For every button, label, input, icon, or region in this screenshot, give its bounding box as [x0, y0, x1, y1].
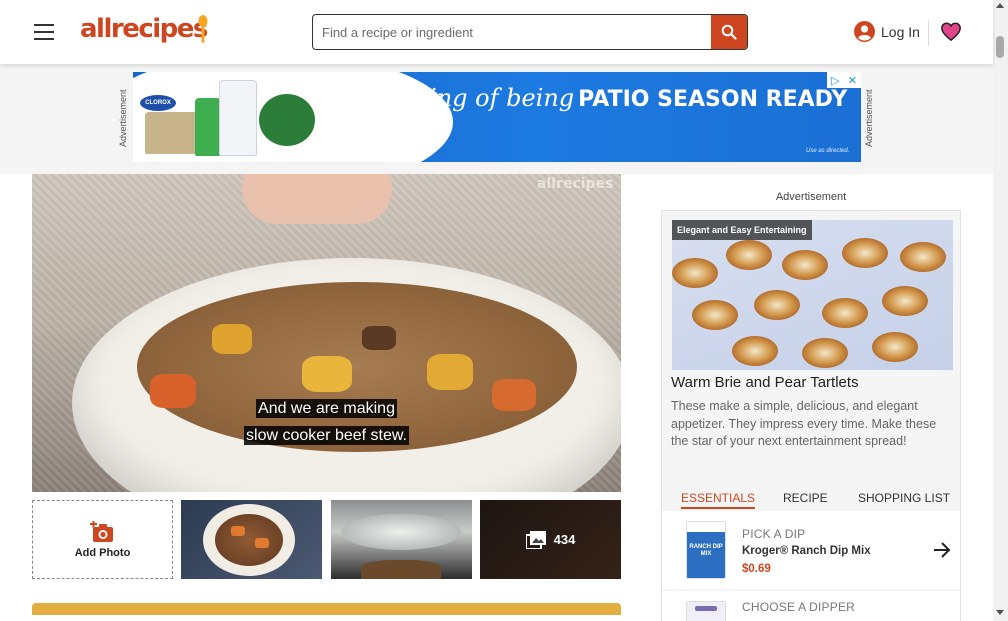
- header-divider: [928, 20, 929, 46]
- product-kicker: CHOOSE A DIPPER: [742, 600, 856, 614]
- tartlet: [692, 300, 738, 330]
- clorox-ad-banner[interactable]: CLOROX That feeling of being PATIO SEASON…: [133, 72, 861, 162]
- gallery-thumbnail[interactable]: [181, 500, 322, 579]
- ad-learn-more-button[interactable]: Learn More: [322, 125, 412, 149]
- sponsored-recipe-card: Elegant and Easy Entertaining Warm Brie …: [661, 210, 961, 621]
- tartlet: [882, 286, 928, 316]
- login-button[interactable]: Log In: [854, 21, 920, 42]
- hamburger-icon[interactable]: [34, 24, 54, 40]
- video-watermark: allrecipes: [537, 176, 614, 192]
- dipper-image: [686, 601, 726, 621]
- ad-choices[interactable]: ▷ ✕: [827, 72, 861, 88]
- tartlet: [842, 238, 888, 268]
- tab-shopping-list[interactable]: SHOPPING LIST: [858, 491, 950, 505]
- tartlet: [672, 258, 718, 288]
- product-item[interactable]: CHOOSE A DIPPER: [662, 591, 960, 621]
- photo-count-overlay: 434: [480, 500, 621, 579]
- scroll-down-icon[interactable]: [996, 610, 1004, 615]
- video-hand: [242, 174, 392, 224]
- ad-plant-image: [259, 94, 315, 146]
- ad-close-icon[interactable]: ✕: [848, 74, 857, 87]
- caption-text-1: And we are making: [256, 399, 397, 418]
- photo-count: 434: [553, 532, 576, 547]
- camera-add-icon: [89, 520, 113, 542]
- scroll-up-icon[interactable]: [996, 3, 1004, 8]
- gallery-thumbnail[interactable]: [331, 500, 472, 579]
- ad-headline-script: That feeling of being: [321, 84, 575, 112]
- tartlet: [802, 338, 848, 368]
- ad-label-right: Advertisement: [864, 89, 874, 147]
- ad-bottle-green: [195, 98, 221, 156]
- ranch-dip-image: RANCH DIP MIX: [686, 521, 726, 579]
- video-caption-line1: And we are making: [32, 399, 621, 418]
- ad-bottle-white: [219, 80, 257, 156]
- clorox-logo: CLOROX: [139, 94, 177, 112]
- tartlet: [822, 298, 868, 328]
- tartlets-image[interactable]: Elegant and Easy Entertaining: [672, 220, 953, 370]
- product-price: $0.69: [742, 563, 771, 575]
- recipe-tag: Elegant and Easy Entertaining: [672, 220, 812, 240]
- gallery-more-photos[interactable]: 434: [480, 500, 621, 579]
- tartlet: [726, 240, 772, 270]
- user-icon: [854, 21, 875, 42]
- add-photo-label: Add Photo: [74, 546, 131, 559]
- tartlet: [900, 242, 946, 272]
- ad-headline-bold: PATIO SEASON READY: [578, 87, 848, 112]
- allrecipes-logo[interactable]: allrecipes: [80, 14, 208, 44]
- tartlet: [782, 250, 828, 280]
- thumb-carrot: [231, 526, 245, 536]
- spoon-icon: [198, 15, 208, 43]
- photo-gallery-icon: [525, 530, 546, 549]
- tartlet: [872, 332, 918, 362]
- tartlet: [732, 336, 778, 366]
- arrow-right-icon[interactable]: [932, 541, 952, 559]
- recipe-details-bar: [32, 603, 621, 621]
- ad-choices-icon[interactable]: ▷: [831, 74, 839, 87]
- sponsored-recipe-title[interactable]: Warm Brie and Pear Tartlets: [671, 374, 859, 391]
- search-input[interactable]: [313, 15, 711, 49]
- search-icon: [721, 24, 737, 40]
- product-item[interactable]: RANCH DIP MIX PICK A DIP Kroger® Ranch D…: [662, 511, 960, 589]
- add-photo-button[interactable]: Add Photo: [32, 500, 173, 579]
- search-bar: [312, 14, 748, 50]
- stew-beef: [362, 326, 396, 350]
- sponsored-recipe-description: These make a simple, delicious, and eleg…: [671, 399, 937, 448]
- search-button[interactable]: [711, 15, 747, 49]
- thumb-stew: [215, 514, 283, 566]
- tartlet: [754, 290, 800, 320]
- stew-potato: [302, 356, 352, 392]
- product-name: Kroger® Ranch Dip Mix: [742, 545, 871, 557]
- thumb-cooker-contents: [361, 560, 441, 579]
- recipe-video-player[interactable]: allrecipes And we are making slow cooker…: [32, 174, 621, 492]
- thumb-slow-cooker-lid: [341, 514, 461, 550]
- page-scrollbar[interactable]: [993, 0, 1008, 621]
- recipe-card-tabs: ESSENTIALS RECIPE SHOPPING LIST: [662, 487, 962, 511]
- product-kicker: PICK A DIP: [742, 527, 806, 541]
- right-ad-label: Advertisement: [775, 191, 847, 203]
- ad-label-left: Advertisement: [118, 89, 128, 147]
- stew-potato: [212, 324, 252, 354]
- stew-potato: [427, 354, 473, 390]
- login-label: Log In: [881, 23, 920, 40]
- ad-patio-image: [145, 112, 199, 154]
- video-caption-line2: slow cooker beef stew.: [32, 426, 621, 445]
- scroll-thumb[interactable]: [996, 36, 1004, 58]
- pack-label: RANCH DIP MIX: [689, 544, 723, 557]
- tab-recipe[interactable]: RECIPE: [783, 491, 828, 505]
- site-header: allrecipes Log In: [0, 0, 993, 64]
- ad-fine-print: Use as directed.: [806, 148, 850, 154]
- caption-text-2: slow cooker beef stew.: [244, 426, 409, 445]
- heart-icon[interactable]: [940, 21, 962, 43]
- ad-headline: That feeling of being PATIO SEASON READY: [321, 84, 847, 112]
- thumb-carrot: [255, 538, 269, 548]
- tab-essentials[interactable]: ESSENTIALS: [681, 491, 756, 509]
